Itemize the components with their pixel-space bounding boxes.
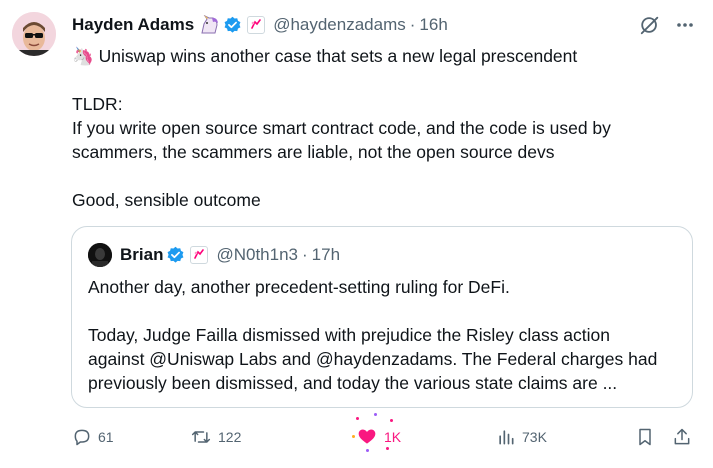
views-icon xyxy=(499,430,514,445)
like-sparkle xyxy=(374,413,377,416)
separator-dot: · xyxy=(302,245,308,264)
share-icon xyxy=(674,428,690,445)
tweet-header: Hayden Adams @haydenzadams · 16h xyxy=(72,14,448,36)
affiliate-badge-icon xyxy=(190,246,209,264)
tweet-line: Good, sensible outcome xyxy=(72,190,261,210)
reply-count: 61 xyxy=(98,429,114,445)
quoted-line: Today, Judge Failla dismissed with preju… xyxy=(88,325,611,345)
grok-icon[interactable] xyxy=(639,14,661,41)
quoted-line: against @Uniswap Labs and @haydenzadams.… xyxy=(88,349,658,369)
quoted-author-avatar xyxy=(88,243,112,267)
like-sparkle xyxy=(356,417,359,420)
repost-button[interactable]: 122 xyxy=(190,425,241,449)
repost-count: 122 xyxy=(218,429,242,445)
tweet-text: 🦄 Uniswap wins another case that sets a … xyxy=(72,44,692,212)
tweet-line-blank xyxy=(72,68,692,92)
tweet-timestamp[interactable]: 16h xyxy=(419,15,447,35)
like-sparkle xyxy=(390,419,393,422)
like-sparkle xyxy=(352,435,355,438)
like-button[interactable]: 1K xyxy=(352,413,402,452)
quoted-line: previously been dismissed, and today the… xyxy=(88,373,618,393)
like-count: 1K xyxy=(384,429,402,445)
quoted-author-name: Brian xyxy=(120,245,164,264)
bookmark-icon xyxy=(639,428,651,446)
tweet-line-blank xyxy=(72,164,692,188)
quoted-line: Another day, another precedent-setting r… xyxy=(88,277,510,297)
tweet-line: scammers, the scammers are liable, not t… xyxy=(72,142,555,162)
tweet-line: TLDR: xyxy=(72,94,123,114)
view-count: 73K xyxy=(522,429,547,445)
like-sparkle xyxy=(366,449,369,452)
quoted-tweet-header: Brian @N0th1n3 · 17h xyxy=(88,243,341,267)
quoted-timestamp: 17h xyxy=(311,245,341,264)
like-sparkle xyxy=(386,447,389,450)
tweet-line: If you write open source smart contract … xyxy=(72,118,611,138)
quoted-author-handle: @N0th1n3 xyxy=(216,245,298,264)
views-button[interactable]: 73K xyxy=(496,425,547,449)
more-icon[interactable] xyxy=(675,15,695,40)
quoted-tweet[interactable]: Brian @N0th1n3 · 17h Another day, anothe… xyxy=(71,226,693,408)
author-handle[interactable]: @haydenzadams xyxy=(273,15,406,35)
affiliate-badge-icon[interactable] xyxy=(247,16,266,34)
unicorn-emoji-icon xyxy=(198,14,220,35)
author-avatar[interactable] xyxy=(12,12,56,56)
reply-button[interactable]: 61 xyxy=(72,425,114,449)
tweet-line: 🦄 Uniswap wins another case that sets a … xyxy=(72,46,578,66)
quoted-tweet-text: Another day, another precedent-setting r… xyxy=(88,275,678,395)
heart-icon xyxy=(358,429,376,444)
tweet-action-bar: 61 122 1K 73K xyxy=(72,413,697,452)
quoted-line-blank xyxy=(88,299,678,323)
separator-dot: · xyxy=(409,15,416,34)
repost-icon xyxy=(191,431,211,443)
tweet-top-actions xyxy=(639,14,695,41)
bookmark-button[interactable] xyxy=(635,425,655,449)
reply-icon xyxy=(74,429,90,446)
author-name[interactable]: Hayden Adams xyxy=(72,15,194,35)
verified-badge-icon xyxy=(166,246,185,265)
share-button[interactable] xyxy=(672,425,692,449)
verified-badge-icon[interactable] xyxy=(223,16,242,35)
